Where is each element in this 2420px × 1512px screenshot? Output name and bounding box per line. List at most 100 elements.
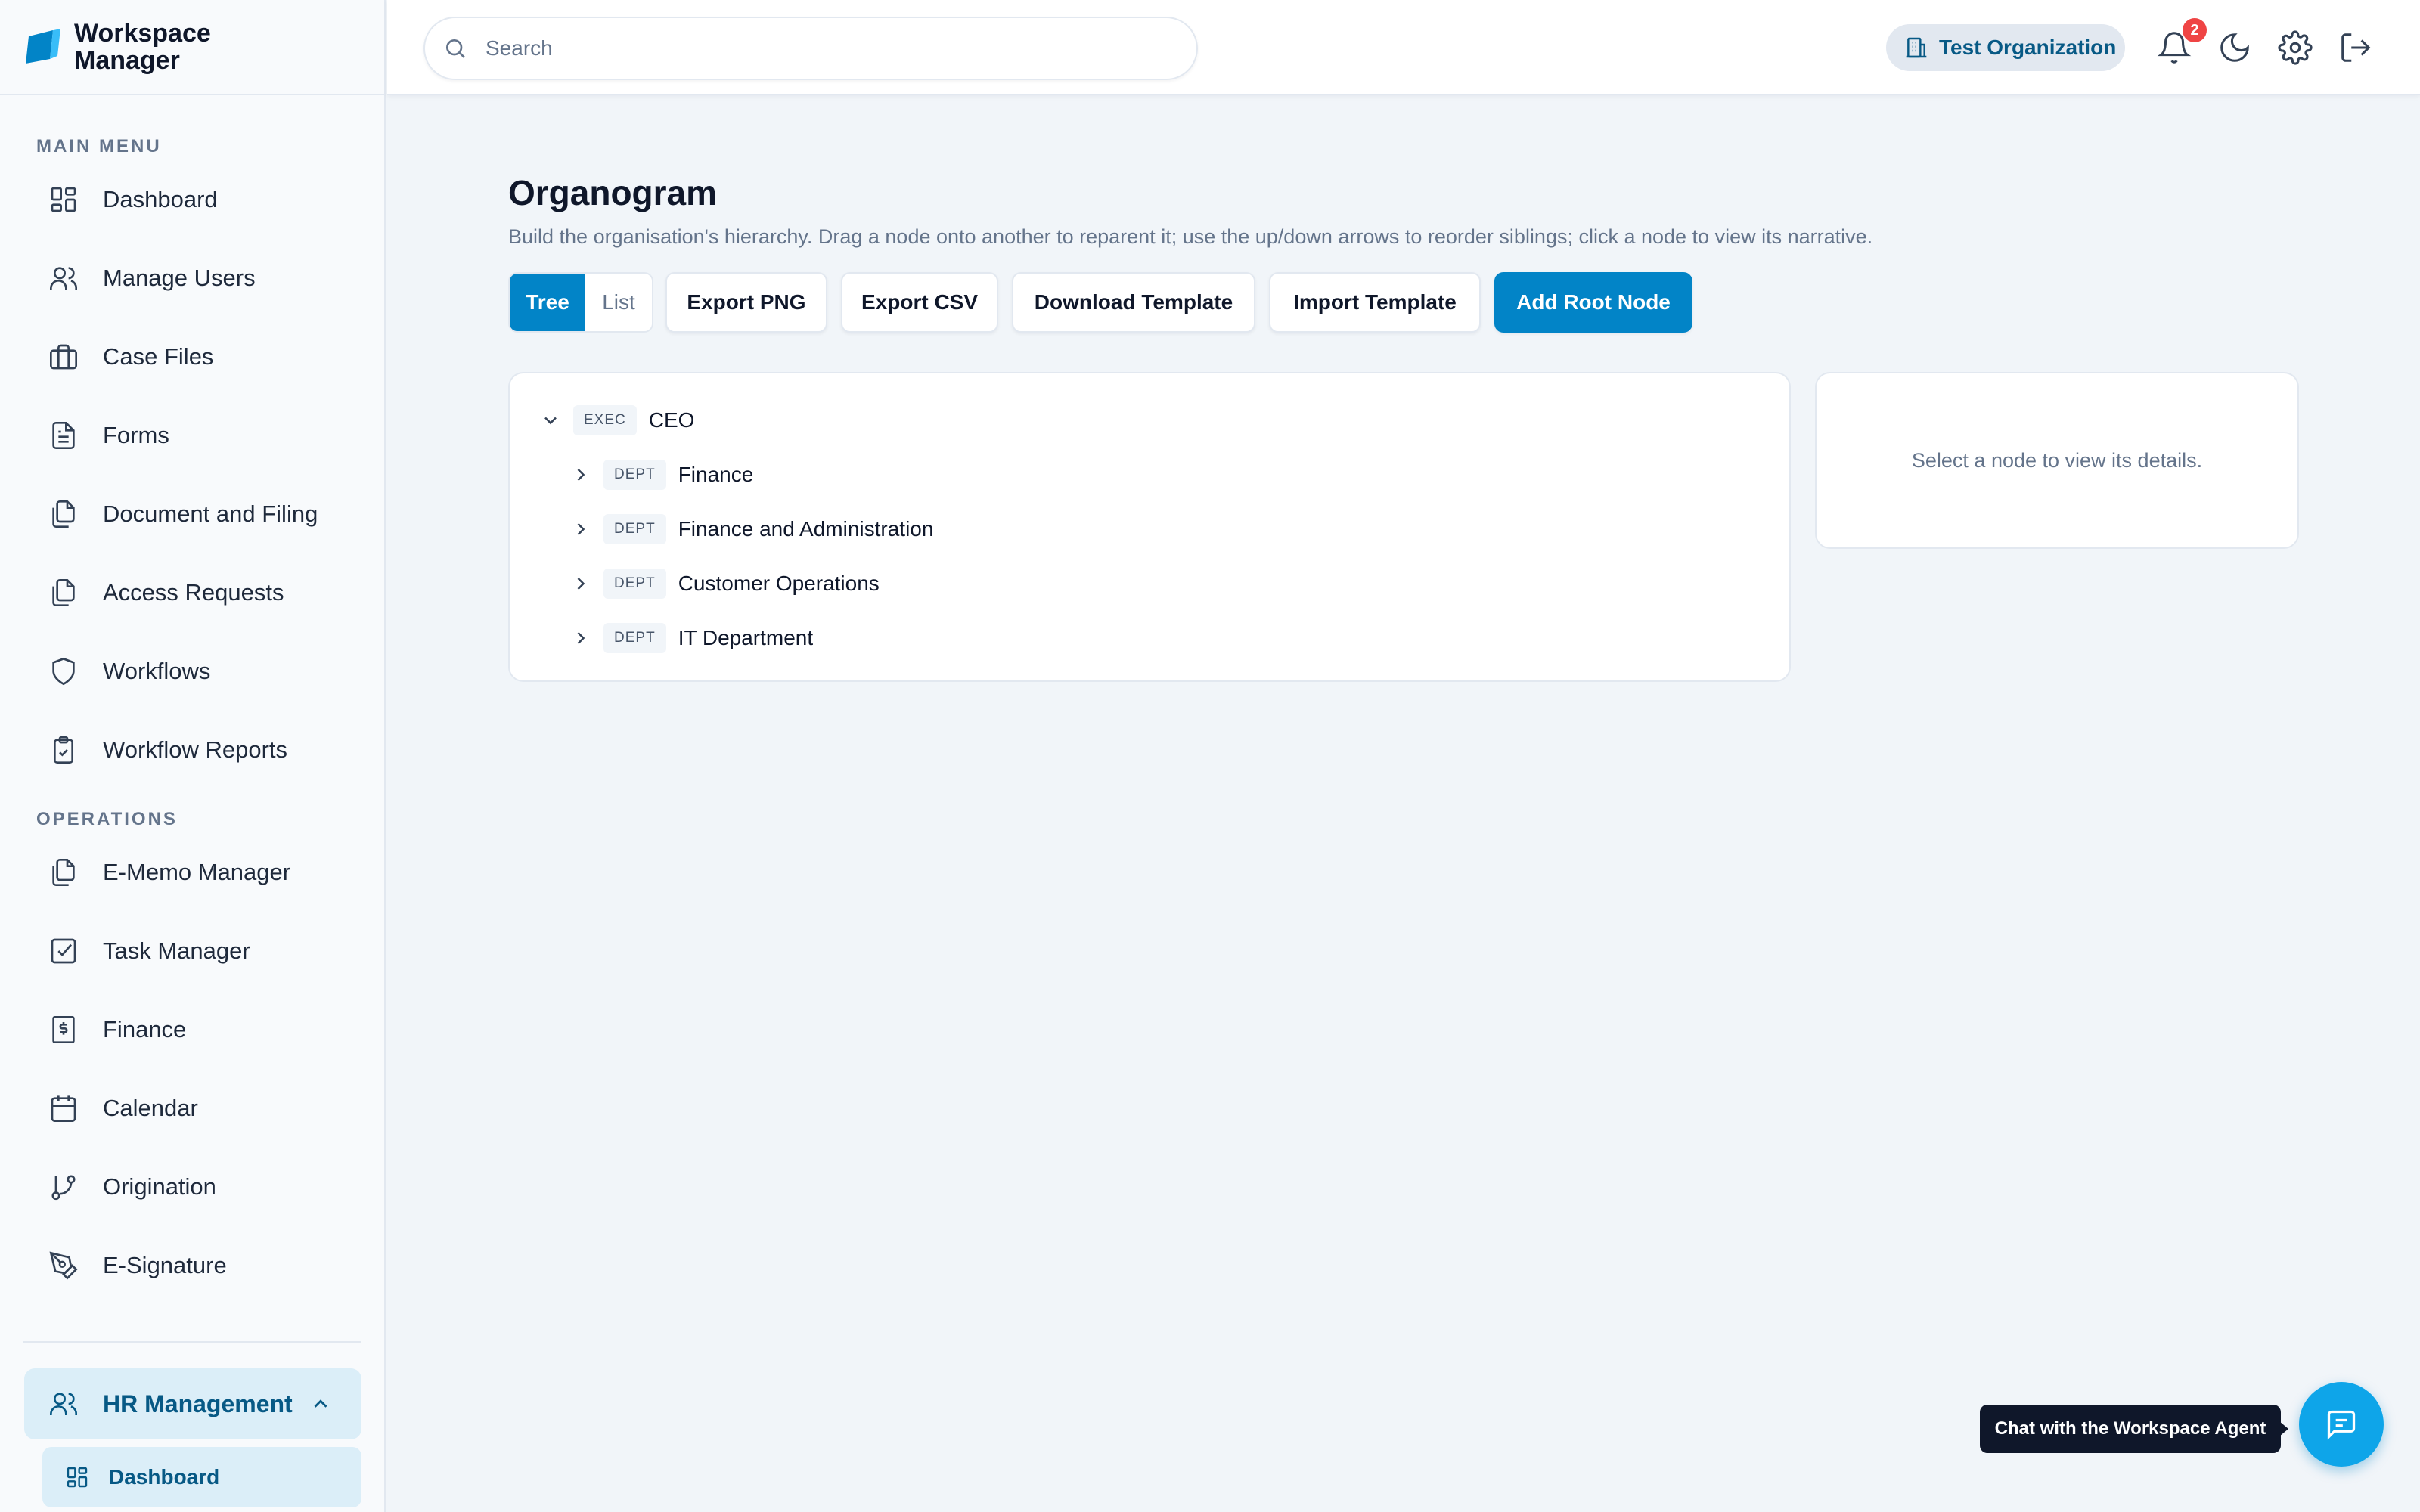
main-menu-label: MAIN MENU xyxy=(36,136,162,156)
sidebar-item-label: E-Signature xyxy=(103,1252,227,1278)
chevron-down-icon[interactable] xyxy=(540,410,561,431)
brand[interactable]: Workspace Manager xyxy=(0,0,384,95)
node-label: Finance xyxy=(678,463,754,486)
tree-node-ceo[interactable]: EXEC CEO xyxy=(540,399,694,442)
chevron-right-icon[interactable] xyxy=(570,627,591,649)
sidebar-item-label: Access Requests xyxy=(103,579,284,606)
sidebar-item-label: Calendar xyxy=(103,1095,198,1121)
operations-label: OPERATIONS xyxy=(36,809,178,829)
page-title: Organogram xyxy=(508,173,718,212)
sidebar-item-access-requests[interactable]: Access Requests xyxy=(0,553,384,632)
export-png-button[interactable]: Export PNG xyxy=(666,272,827,333)
sidebar-item-label: Document and Filing xyxy=(103,500,318,527)
node-type-tag: DEPT xyxy=(603,623,666,653)
sidebar-item-e-signature[interactable]: E-Signature xyxy=(0,1226,384,1305)
node-type-tag: EXEC xyxy=(573,405,637,435)
users-icon xyxy=(50,267,77,290)
tree-node[interactable]: DEPT Finance and Administration xyxy=(570,508,933,550)
sidebar-item-calendar[interactable]: Calendar xyxy=(0,1069,384,1148)
tab-list[interactable]: List xyxy=(585,274,652,331)
chevron-right-icon[interactable] xyxy=(570,573,591,594)
git-branch-icon xyxy=(51,1175,76,1201)
grid-icon xyxy=(51,187,76,212)
shield-icon xyxy=(52,657,75,686)
chevron-right-icon[interactable] xyxy=(570,519,591,540)
tree-node[interactable]: DEPT IT Department xyxy=(570,617,813,659)
sidebar-item-finance[interactable]: Finance xyxy=(0,990,384,1069)
node-label: Finance and Administration xyxy=(678,517,934,541)
sidebar: Workspace Manager MAIN MENU Dashboard Ma… xyxy=(0,0,386,1512)
tree-node[interactable]: DEPT Finance xyxy=(570,454,753,496)
briefcase-icon xyxy=(50,344,77,370)
detail-empty-message: Select a node to view its details. xyxy=(1911,448,2203,472)
moon-icon[interactable] xyxy=(2217,30,2252,65)
node-type-tag: DEPT xyxy=(603,460,666,490)
sidebar-item-e-memo-manager[interactable]: E-Memo Manager xyxy=(0,833,384,912)
users-icon xyxy=(50,1393,77,1415)
sidebar-item-label: Origination xyxy=(103,1173,216,1200)
export-csv-button[interactable]: Export CSV xyxy=(841,272,998,333)
sidebar-divider xyxy=(23,1341,361,1343)
sidebar-item-case-files[interactable]: Case Files xyxy=(0,318,384,396)
sidebar-item-label: Finance xyxy=(103,1016,187,1043)
sidebar-item-label: Case Files xyxy=(103,343,214,370)
node-label: CEO xyxy=(648,408,695,432)
brand-line-1: Workspace xyxy=(74,19,211,48)
building-icon xyxy=(1906,37,1927,58)
sidebar-item-task-manager[interactable]: Task Manager xyxy=(0,912,384,990)
top-header: Test Organization 2 xyxy=(387,0,2420,95)
clipboard-check-icon xyxy=(54,736,73,764)
sidebar-group-hr-management[interactable]: HR Management xyxy=(24,1368,361,1439)
tab-tree[interactable]: Tree xyxy=(510,274,585,331)
search-bar[interactable] xyxy=(424,17,1198,80)
sidebar-item-label: Task Manager xyxy=(103,937,250,964)
sidebar-item-label: Manage Users xyxy=(103,265,256,291)
add-root-node-button[interactable]: Add Root Node xyxy=(1494,272,1692,333)
gear-icon[interactable] xyxy=(2278,30,2313,65)
sidebar-item-label: Dashboard xyxy=(103,186,218,212)
node-detail-panel: Select a node to view its details. xyxy=(1815,372,2299,549)
organogram-toolbar: Tree List Export PNG Export CSV Download… xyxy=(508,272,1706,333)
chat-agent-button[interactable] xyxy=(2299,1382,2384,1467)
square-check-icon xyxy=(51,938,76,964)
search-input[interactable] xyxy=(486,36,1166,60)
hr-management-label: HR Management xyxy=(103,1390,293,1418)
chevron-up-icon xyxy=(314,1399,327,1408)
files-icon xyxy=(52,579,75,606)
organization-name: Test Organization xyxy=(1939,36,2117,59)
logout-icon[interactable] xyxy=(2338,30,2373,65)
sidebar-subitem-hr-dashboard[interactable]: Dashboard xyxy=(42,1447,361,1507)
hr-dashboard-label: Dashboard xyxy=(109,1465,220,1489)
chat-tooltip: Chat with the Workspace Agent xyxy=(1980,1405,2288,1453)
page-description: Build the organisation's hierarchy. Drag… xyxy=(508,225,1873,248)
workspace-logo-icon xyxy=(26,29,60,64)
sidebar-item-origination[interactable]: Origination xyxy=(0,1148,384,1226)
chevron-right-icon[interactable] xyxy=(570,464,591,485)
operations-menu: E-Memo Manager Task Manager Finance Cale… xyxy=(0,833,384,1305)
sidebar-item-label: Workflows xyxy=(103,658,211,684)
sidebar-item-forms[interactable]: Forms xyxy=(0,396,384,475)
view-toggle: Tree List xyxy=(508,272,653,333)
node-label: IT Department xyxy=(678,626,814,649)
brand-line-2: Manager xyxy=(74,46,180,75)
organization-switcher[interactable]: Test Organization xyxy=(1886,24,2125,71)
node-label: Customer Operations xyxy=(678,572,880,595)
tree-node[interactable]: DEPT Customer Operations xyxy=(570,562,880,605)
sidebar-item-dashboard[interactable]: Dashboard xyxy=(0,160,384,239)
search-icon xyxy=(446,39,465,58)
import-template-button[interactable]: Import Template xyxy=(1269,272,1481,333)
calendar-icon xyxy=(51,1095,76,1122)
files-icon xyxy=(52,500,75,528)
organogram-tree: EXEC CEO DEPT Finance DEPT Finance and A… xyxy=(508,372,1791,682)
grid-icon xyxy=(67,1467,88,1488)
main-menu: Dashboard Manage Users Case Files Forms … xyxy=(0,160,384,789)
sidebar-item-label: Forms xyxy=(103,422,169,448)
sidebar-item-manage-users[interactable]: Manage Users xyxy=(0,239,384,318)
download-template-button[interactable]: Download Template xyxy=(1012,272,1255,333)
brand-name: Workspace Manager xyxy=(74,20,211,74)
sidebar-item-workflows[interactable]: Workflows xyxy=(0,632,384,711)
sidebar-item-document-and-filing[interactable]: Document and Filing xyxy=(0,475,384,553)
file-text-icon xyxy=(52,422,75,449)
sidebar-item-workflow-reports[interactable]: Workflow Reports xyxy=(0,711,384,789)
node-type-tag: DEPT xyxy=(603,514,666,544)
